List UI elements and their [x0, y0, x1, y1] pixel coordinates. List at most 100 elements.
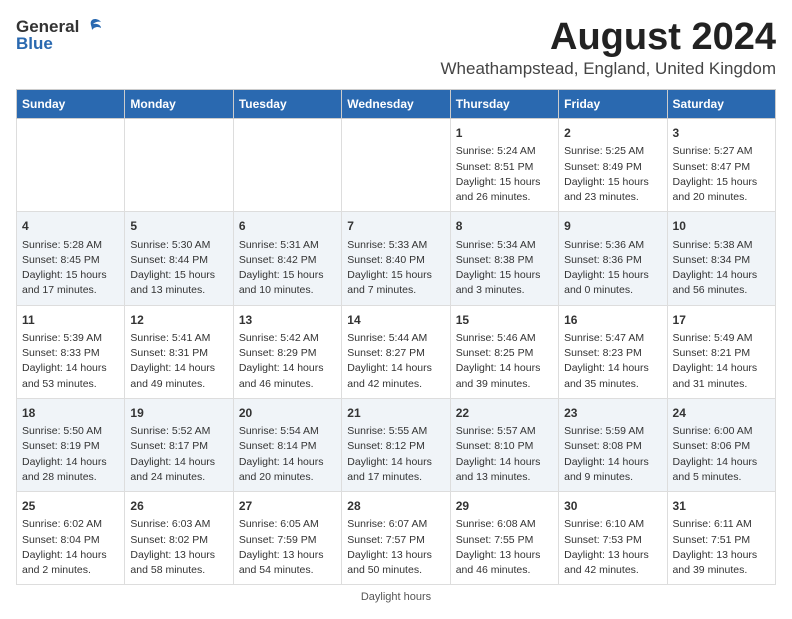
- footer-text: Daylight hours: [361, 591, 431, 603]
- day-number: 14: [347, 312, 444, 329]
- day-info: Sunset: 8:04 PM: [22, 533, 119, 548]
- day-number: 31: [673, 498, 770, 515]
- header-day-friday: Friday: [559, 90, 667, 119]
- calendar-cell: 5Sunrise: 5:30 AMSunset: 8:44 PMDaylight…: [125, 212, 233, 305]
- day-number: 30: [564, 498, 661, 515]
- day-info: and 17 minutes.: [22, 283, 119, 298]
- day-info: and 3 minutes.: [456, 283, 553, 298]
- day-info: and 58 minutes.: [130, 563, 227, 578]
- day-info: Sunrise: 5:44 AM: [347, 331, 444, 346]
- day-info: Daylight: 15 hours: [564, 268, 661, 283]
- day-info: Sunset: 8:06 PM: [673, 439, 770, 454]
- day-info: Sunset: 8:12 PM: [347, 439, 444, 454]
- calendar-cell: 2Sunrise: 5:25 AMSunset: 8:49 PMDaylight…: [559, 119, 667, 212]
- day-info: Sunset: 8:33 PM: [22, 346, 119, 361]
- day-info: and 53 minutes.: [22, 377, 119, 392]
- day-info: Daylight: 15 hours: [347, 268, 444, 283]
- header-day-saturday: Saturday: [667, 90, 775, 119]
- calendar-week-row: 1Sunrise: 5:24 AMSunset: 8:51 PMDaylight…: [17, 119, 776, 212]
- day-info: Sunrise: 5:27 AM: [673, 144, 770, 159]
- day-info: Sunset: 8:51 PM: [456, 160, 553, 175]
- day-info: Sunset: 8:44 PM: [130, 253, 227, 268]
- calendar-cell: 3Sunrise: 5:27 AMSunset: 8:47 PMDaylight…: [667, 119, 775, 212]
- calendar-cell: 19Sunrise: 5:52 AMSunset: 8:17 PMDayligh…: [125, 398, 233, 491]
- day-info: Sunrise: 5:41 AM: [130, 331, 227, 346]
- day-info: Sunrise: 6:00 AM: [673, 424, 770, 439]
- day-info: Sunrise: 5:42 AM: [239, 331, 336, 346]
- day-number: 2: [564, 125, 661, 142]
- day-info: Sunset: 8:21 PM: [673, 346, 770, 361]
- day-number: 15: [456, 312, 553, 329]
- calendar-cell: 30Sunrise: 6:10 AMSunset: 7:53 PMDayligh…: [559, 492, 667, 585]
- day-info: and 54 minutes.: [239, 563, 336, 578]
- logo-bird-icon: [81, 16, 103, 38]
- day-info: and 35 minutes.: [564, 377, 661, 392]
- day-info: Sunset: 8:17 PM: [130, 439, 227, 454]
- calendar-week-row: 11Sunrise: 5:39 AMSunset: 8:33 PMDayligh…: [17, 305, 776, 398]
- day-info: Sunrise: 5:24 AM: [456, 144, 553, 159]
- day-info: Sunrise: 6:02 AM: [22, 517, 119, 532]
- calendar-cell: 15Sunrise: 5:46 AMSunset: 8:25 PMDayligh…: [450, 305, 558, 398]
- day-info: Sunrise: 6:10 AM: [564, 517, 661, 532]
- day-info: Sunrise: 5:50 AM: [22, 424, 119, 439]
- day-info: Sunrise: 6:11 AM: [673, 517, 770, 532]
- day-number: 6: [239, 218, 336, 235]
- calendar-cell: 22Sunrise: 5:57 AMSunset: 8:10 PMDayligh…: [450, 398, 558, 491]
- day-info: Sunrise: 5:46 AM: [456, 331, 553, 346]
- day-info: and 10 minutes.: [239, 283, 336, 298]
- day-info: and 50 minutes.: [347, 563, 444, 578]
- day-info: Sunrise: 5:25 AM: [564, 144, 661, 159]
- day-info: Daylight: 15 hours: [564, 175, 661, 190]
- calendar-cell: 24Sunrise: 6:00 AMSunset: 8:06 PMDayligh…: [667, 398, 775, 491]
- day-info: Sunrise: 5:30 AM: [130, 238, 227, 253]
- day-info: and 13 minutes.: [130, 283, 227, 298]
- header-day-monday: Monday: [125, 90, 233, 119]
- calendar-cell: 17Sunrise: 5:49 AMSunset: 8:21 PMDayligh…: [667, 305, 775, 398]
- day-info: Sunrise: 5:57 AM: [456, 424, 553, 439]
- day-info: Sunrise: 5:54 AM: [239, 424, 336, 439]
- day-info: and 5 minutes.: [673, 470, 770, 485]
- calendar-week-row: 18Sunrise: 5:50 AMSunset: 8:19 PMDayligh…: [17, 398, 776, 491]
- day-info: and 46 minutes.: [239, 377, 336, 392]
- day-info: Sunset: 8:08 PM: [564, 439, 661, 454]
- day-info: and 2 minutes.: [22, 563, 119, 578]
- day-number: 16: [564, 312, 661, 329]
- logo: General Blue: [16, 16, 103, 54]
- header-day-wednesday: Wednesday: [342, 90, 450, 119]
- day-info: and 39 minutes.: [673, 563, 770, 578]
- day-info: Daylight: 15 hours: [22, 268, 119, 283]
- day-info: and 42 minutes.: [347, 377, 444, 392]
- calendar-header-row: SundayMondayTuesdayWednesdayThursdayFrid…: [17, 90, 776, 119]
- calendar-cell: 11Sunrise: 5:39 AMSunset: 8:33 PMDayligh…: [17, 305, 125, 398]
- day-info: Sunset: 7:53 PM: [564, 533, 661, 548]
- calendar-cell: 1Sunrise: 5:24 AMSunset: 8:51 PMDaylight…: [450, 119, 558, 212]
- day-info: and 49 minutes.: [130, 377, 227, 392]
- calendar-cell: [342, 119, 450, 212]
- day-info: Daylight: 13 hours: [239, 548, 336, 563]
- day-number: 29: [456, 498, 553, 515]
- day-info: Sunset: 8:29 PM: [239, 346, 336, 361]
- day-info: Daylight: 13 hours: [456, 548, 553, 563]
- day-info: Daylight: 14 hours: [239, 455, 336, 470]
- title-section: August 2024 Wheathampstead, England, Uni…: [441, 16, 776, 79]
- calendar-cell: 21Sunrise: 5:55 AMSunset: 8:12 PMDayligh…: [342, 398, 450, 491]
- header: General Blue August 2024 Wheathampstead,…: [16, 16, 776, 79]
- day-number: 10: [673, 218, 770, 235]
- day-info: and 0 minutes.: [564, 283, 661, 298]
- day-info: and 17 minutes.: [347, 470, 444, 485]
- day-info: Daylight: 15 hours: [130, 268, 227, 283]
- day-number: 12: [130, 312, 227, 329]
- day-info: and 13 minutes.: [456, 470, 553, 485]
- footer-note: Daylight hours: [16, 591, 776, 603]
- day-number: 22: [456, 405, 553, 422]
- day-number: 21: [347, 405, 444, 422]
- calendar-cell: [125, 119, 233, 212]
- day-number: 18: [22, 405, 119, 422]
- day-info: Daylight: 14 hours: [564, 361, 661, 376]
- day-info: and 26 minutes.: [456, 190, 553, 205]
- day-info: Daylight: 14 hours: [673, 361, 770, 376]
- day-info: Sunrise: 6:03 AM: [130, 517, 227, 532]
- day-info: and 46 minutes.: [456, 563, 553, 578]
- day-info: Daylight: 14 hours: [347, 455, 444, 470]
- day-number: 24: [673, 405, 770, 422]
